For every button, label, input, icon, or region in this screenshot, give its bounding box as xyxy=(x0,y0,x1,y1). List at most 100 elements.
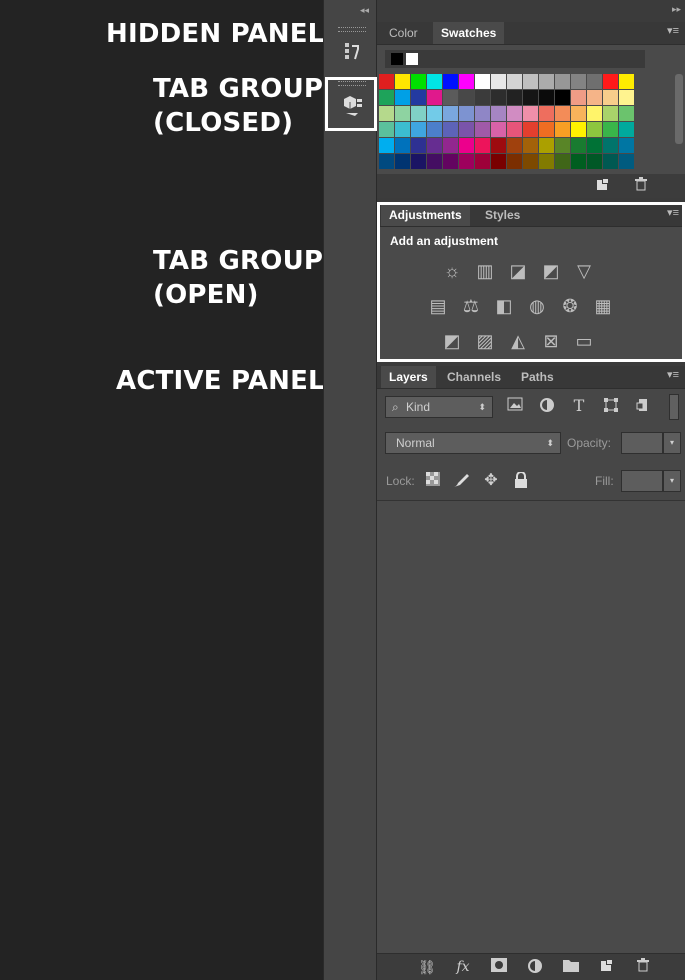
filter-toggle-switch[interactable] xyxy=(669,394,679,420)
swatch[interactable] xyxy=(507,154,522,169)
swatch[interactable] xyxy=(379,122,394,137)
swatch[interactable] xyxy=(507,106,522,121)
swatch[interactable] xyxy=(491,74,506,89)
filter-adjustment-icon[interactable] xyxy=(537,397,557,415)
swatch[interactable] xyxy=(475,106,490,121)
swatch[interactable] xyxy=(475,90,490,105)
swatch[interactable] xyxy=(443,90,458,105)
swatch[interactable] xyxy=(571,122,586,137)
tab-layers[interactable]: Layers xyxy=(381,366,436,388)
swatch[interactable] xyxy=(571,90,586,105)
swatch[interactable] xyxy=(555,138,570,153)
swatch[interactable] xyxy=(443,154,458,169)
swatch[interactable] xyxy=(379,90,394,105)
swatch[interactable] xyxy=(587,122,602,137)
swatch[interactable] xyxy=(619,154,634,169)
swatch[interactable] xyxy=(411,74,426,89)
swatch[interactable] xyxy=(491,138,506,153)
swatch[interactable] xyxy=(539,90,554,105)
swatch[interactable] xyxy=(379,138,394,153)
swatch[interactable] xyxy=(619,106,634,121)
swatch[interactable] xyxy=(411,138,426,153)
opacity-field[interactable] xyxy=(621,432,663,454)
filter-kind-select[interactable]: ⌕ Kind ⬍ xyxy=(385,396,493,418)
swatch[interactable] xyxy=(555,74,570,89)
swatch[interactable] xyxy=(427,90,442,105)
swatch[interactable] xyxy=(475,138,490,153)
swatch[interactable] xyxy=(587,74,602,89)
swatch[interactable] xyxy=(603,74,618,89)
swatch[interactable] xyxy=(459,74,474,89)
group-folder-icon[interactable] xyxy=(561,958,581,976)
swatch[interactable] xyxy=(571,74,586,89)
swatch[interactable] xyxy=(491,122,506,137)
swatch[interactable] xyxy=(459,122,474,137)
swatch[interactable] xyxy=(587,90,602,105)
swatch[interactable] xyxy=(523,138,538,153)
blend-mode-select[interactable]: Normal ⬍ xyxy=(385,432,561,454)
fill-dropdown-button[interactable]: ▾ xyxy=(663,470,681,492)
swatch[interactable] xyxy=(443,106,458,121)
dock-collapse-button[interactable]: ◂◂ xyxy=(360,5,369,16)
swatch[interactable] xyxy=(427,106,442,121)
swatch[interactable] xyxy=(555,106,570,121)
swatch[interactable] xyxy=(427,74,442,89)
swatch[interactable] xyxy=(475,154,490,169)
swatch[interactable] xyxy=(603,122,618,137)
swatch[interactable] xyxy=(395,90,410,105)
swatch[interactable] xyxy=(379,154,394,169)
swatch[interactable] xyxy=(459,154,474,169)
filter-smart-object-icon[interactable] xyxy=(633,397,653,415)
new-swatch-icon[interactable] xyxy=(593,177,613,195)
swatch[interactable] xyxy=(555,122,570,137)
swatch[interactable] xyxy=(459,138,474,153)
tab-color[interactable]: Color xyxy=(381,22,426,44)
panel-menu-icon[interactable] xyxy=(665,24,679,39)
swatch[interactable] xyxy=(539,106,554,121)
filter-shape-icon[interactable] xyxy=(601,397,621,415)
mask-icon[interactable] xyxy=(489,958,509,976)
tab-channels[interactable]: Channels xyxy=(439,366,509,388)
swatch[interactable] xyxy=(475,122,490,137)
swatch[interactable] xyxy=(539,138,554,153)
swatch[interactable] xyxy=(507,74,522,89)
dock-expand-button[interactable]: ▸▸ xyxy=(672,4,681,15)
swatch[interactable] xyxy=(411,90,426,105)
swatch[interactable] xyxy=(507,122,522,137)
swatch[interactable] xyxy=(603,90,618,105)
background-color-chip[interactable] xyxy=(406,53,418,65)
lock-transparency-icon[interactable] xyxy=(423,472,443,490)
tab-swatches[interactable]: Swatches xyxy=(433,22,505,44)
swatch[interactable] xyxy=(491,154,506,169)
opacity-dropdown-button[interactable]: ▾ xyxy=(663,432,681,454)
fx-icon[interactable]: fx xyxy=(453,958,473,976)
swatch[interactable] xyxy=(603,106,618,121)
swatch[interactable] xyxy=(571,154,586,169)
foreground-color-chip[interactable] xyxy=(391,53,403,65)
trash-icon[interactable] xyxy=(633,958,653,976)
swatch[interactable] xyxy=(427,154,442,169)
lock-image-pixels-icon[interactable] xyxy=(451,472,471,490)
swatch[interactable] xyxy=(507,90,522,105)
fill-field[interactable] xyxy=(621,470,663,492)
swatch[interactable] xyxy=(411,106,426,121)
swatch[interactable] xyxy=(603,154,618,169)
swatch[interactable] xyxy=(619,122,634,137)
swatches-scrollbar[interactable] xyxy=(675,74,683,144)
swatch[interactable] xyxy=(443,74,458,89)
swatch[interactable] xyxy=(539,74,554,89)
swatch[interactable] xyxy=(459,106,474,121)
swatch[interactable] xyxy=(379,106,394,121)
swatch[interactable] xyxy=(571,138,586,153)
filter-type-icon[interactable]: T xyxy=(569,397,589,415)
link-icon[interactable]: ⛓ xyxy=(417,958,437,976)
swatch[interactable] xyxy=(475,74,490,89)
swatch[interactable] xyxy=(523,74,538,89)
swatch[interactable] xyxy=(523,122,538,137)
swatch[interactable] xyxy=(395,154,410,169)
trash-icon[interactable] xyxy=(631,177,651,195)
swatch[interactable] xyxy=(443,138,458,153)
swatch[interactable] xyxy=(587,106,602,121)
new-layer-icon[interactable] xyxy=(597,958,617,976)
swatch[interactable] xyxy=(395,138,410,153)
